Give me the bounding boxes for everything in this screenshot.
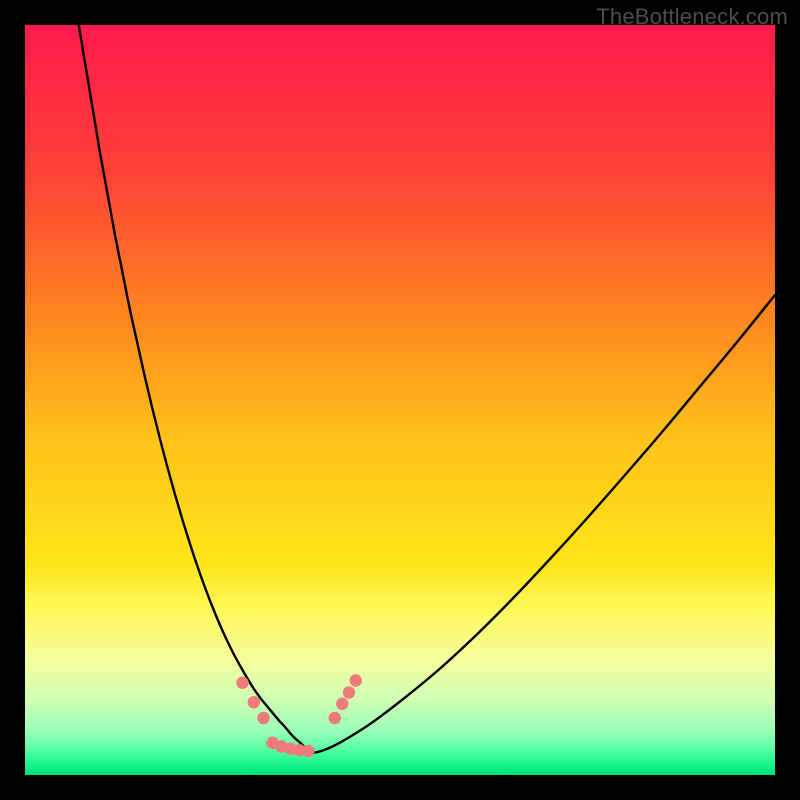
chart-frame: TheBottleneck.com (0, 0, 800, 800)
plot-area (25, 25, 775, 775)
marker-dot (336, 698, 348, 710)
marker-dot (257, 712, 269, 724)
marker-dot (248, 696, 260, 708)
marker-dot (350, 674, 362, 686)
marker-dot (302, 745, 314, 757)
attribution-text: TheBottleneck.com (596, 4, 788, 30)
chart-svg (25, 25, 775, 775)
marker-dot (236, 677, 248, 689)
gradient-background (25, 25, 775, 775)
marker-dot (343, 686, 355, 698)
marker-dot (329, 712, 341, 724)
